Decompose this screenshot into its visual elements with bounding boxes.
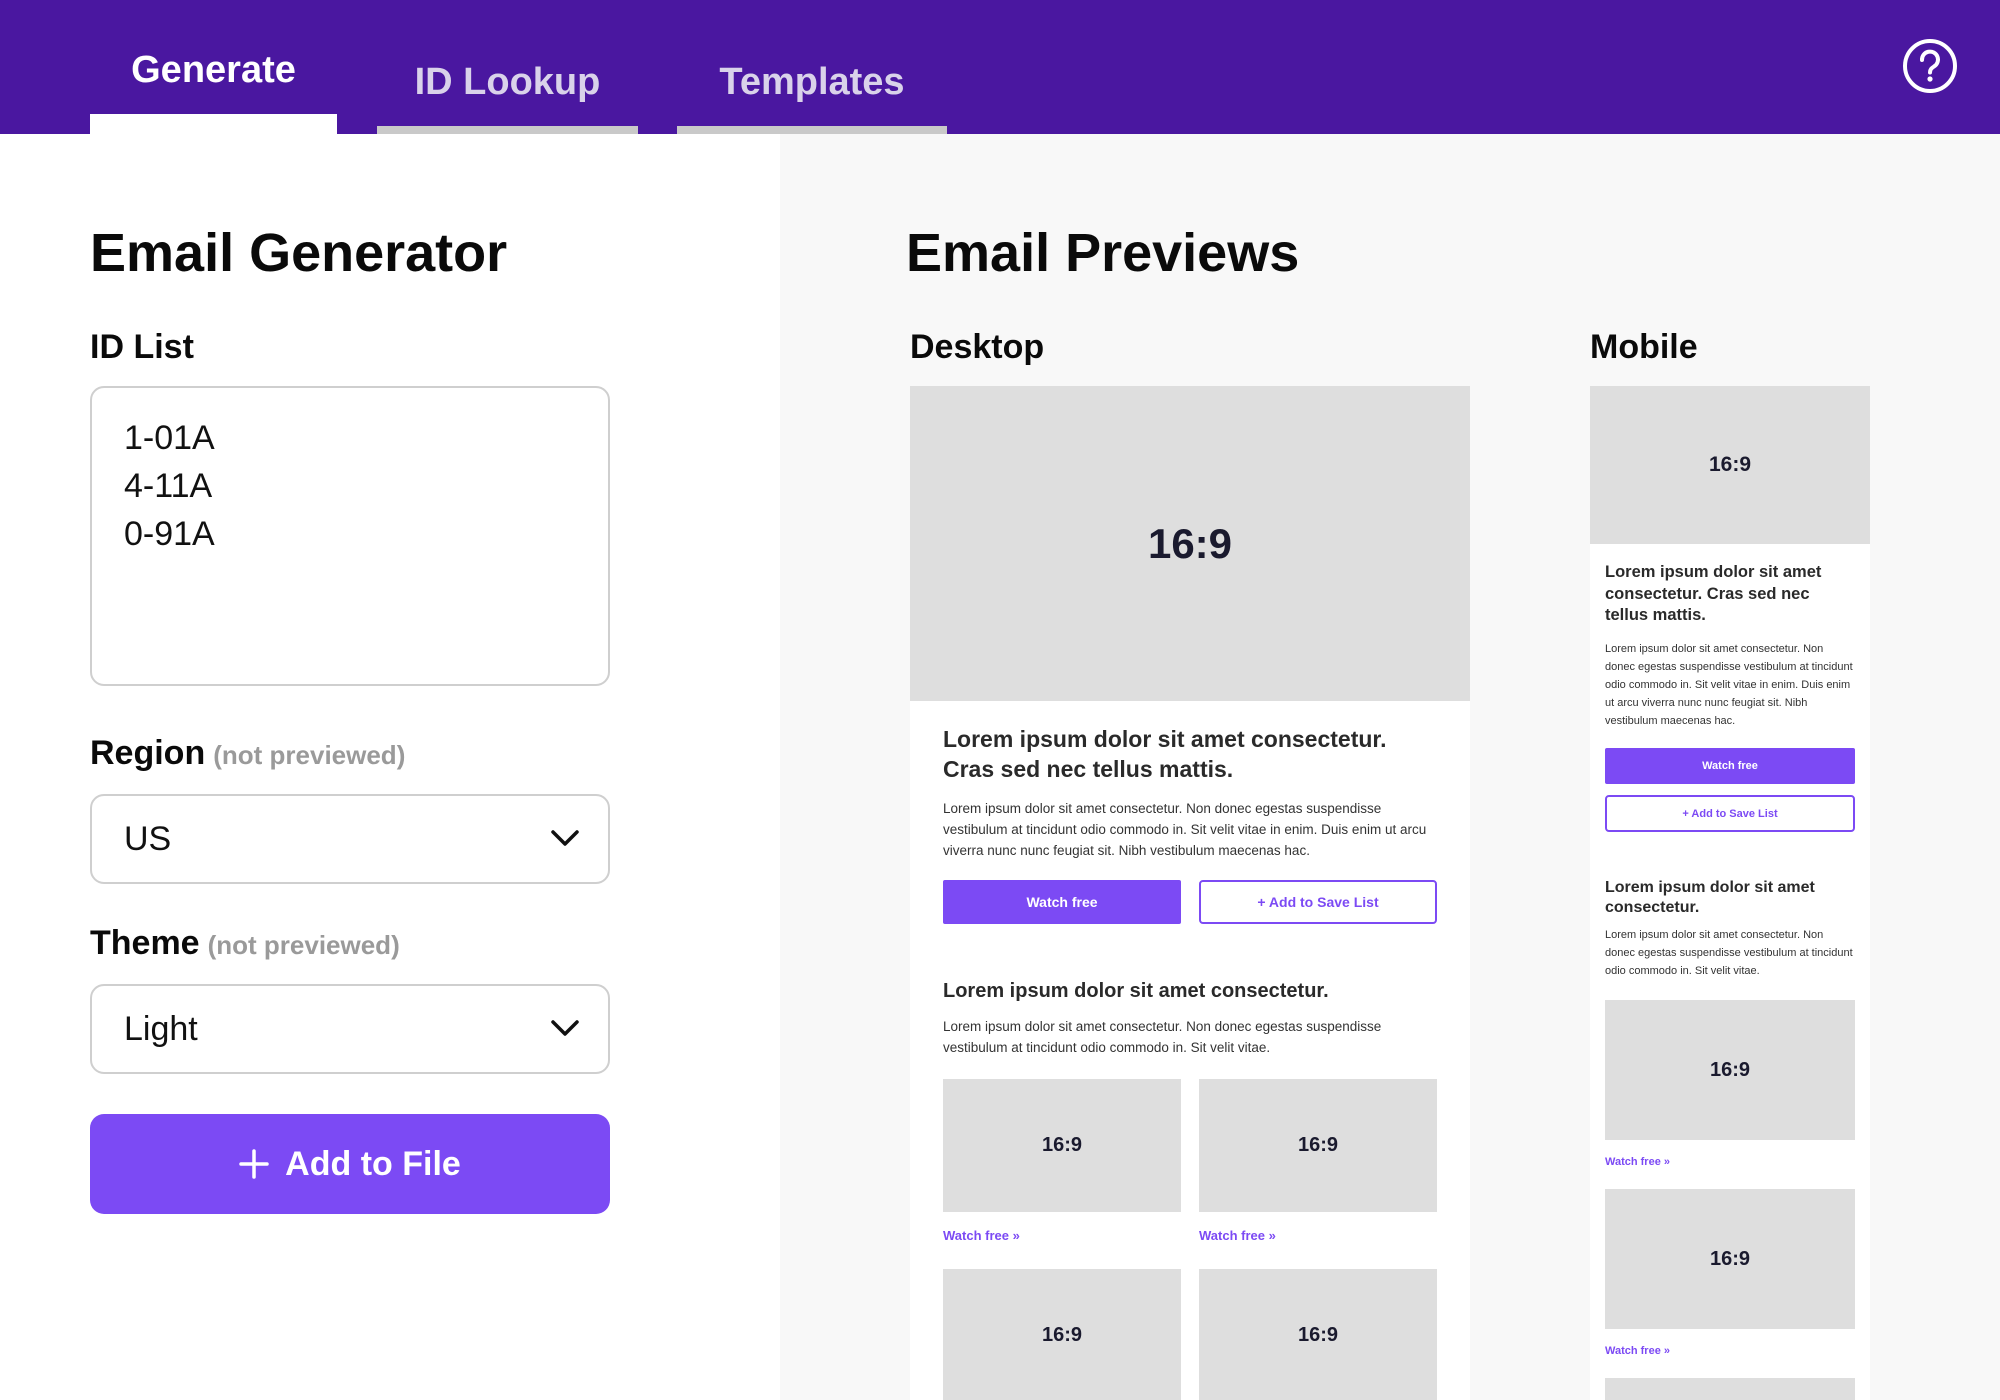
aspect-ratio-label: 16:9 [1297, 1324, 1339, 1346]
hero-image-placeholder: 16:9 [1590, 386, 1870, 544]
id-list-line: 4-11A [124, 467, 213, 505]
tab-active-indicator [90, 114, 337, 134]
tab-generate[interactable]: Generate [90, 0, 337, 134]
tile-image-placeholder: 16:9 [1605, 1000, 1855, 1140]
id-list-label: ID List [90, 328, 194, 366]
aspect-ratio-label: 16:9 [1147, 519, 1233, 567]
chevron-down-icon [551, 830, 579, 846]
hero-body: Lorem ipsum dolor sit amet consectetur. … [943, 801, 1427, 858]
add-to-file-button[interactable]: Add to File [90, 1114, 610, 1214]
add-to-save-list-button[interactable]: + Add to Save List [1605, 795, 1855, 832]
desktop-email-preview: 16:9 Lorem ipsum dolor sit amet consecte… [910, 386, 1470, 1400]
tile-image-placeholder: 16:9 [943, 1269, 1181, 1400]
section-heading: Lorem ipsum dolor sit amet consectetur. [943, 980, 1329, 1002]
aspect-ratio-label: 16:9 [1041, 1134, 1083, 1156]
theme-label-text: Theme [90, 924, 200, 962]
generator-title: Email Generator [90, 223, 508, 283]
watch-free-link[interactable]: Watch free » [1605, 1156, 1670, 1168]
hero-body: Lorem ipsum dolor sit amet consectetur. … [1605, 643, 1853, 727]
add-to-file-label: Add to File [285, 1144, 461, 1183]
tile-image-placeholder: 16:9 [1605, 1189, 1855, 1329]
theme-value: Light [124, 1009, 198, 1048]
watch-free-button[interactable]: Watch free [943, 880, 1181, 924]
previews-title: Email Previews [906, 223, 1300, 283]
aspect-ratio-label: 16:9 [1041, 1324, 1083, 1346]
aspect-ratio-label: 16:9 [1709, 1247, 1751, 1270]
hero-heading: Lorem ipsum dolor sit amet consectetur. … [1605, 563, 1822, 624]
tile-image-placeholder [1605, 1378, 1855, 1400]
hero-image-placeholder: 16:9 [910, 386, 1470, 701]
hero-heading: Lorem ipsum dolor sit amet consectetur. … [943, 726, 1387, 782]
watch-free-link[interactable]: Watch free » [943, 1228, 1020, 1243]
theme-select[interactable]: Light [90, 984, 610, 1074]
tile-image-placeholder: 16:9 [1199, 1269, 1437, 1400]
theme-note: (not previewed) [207, 930, 400, 960]
mobile-label: Mobile [1590, 328, 1698, 366]
id-list-line: 1-01A [124, 419, 215, 457]
add-to-save-list-button[interactable]: + Add to Save List [1199, 880, 1437, 924]
tab-label: Generate [131, 49, 296, 91]
aspect-ratio-label: 16:9 [1708, 453, 1752, 476]
plus-icon [239, 1149, 269, 1179]
tab-indicator [677, 126, 947, 134]
id-list-line: 0-91A [124, 515, 215, 553]
section-body: Lorem ipsum dolor sit amet consectetur. … [1605, 929, 1853, 977]
section-heading: Lorem ipsum dolor sit amet consectetur. [1605, 879, 1815, 916]
tab-id-lookup[interactable]: ID Lookup [377, 0, 638, 134]
top-nav-bar: Generate ID Lookup Templates [0, 0, 2000, 134]
tab-templates[interactable]: Templates [677, 0, 947, 134]
region-label-text: Region [90, 734, 206, 772]
tab-label: Templates [719, 61, 905, 103]
tab-label: ID Lookup [414, 61, 601, 103]
region-note: (not previewed) [213, 740, 406, 770]
mobile-email-preview: 16:9 Lorem ipsum dolor sit amet consecte… [1590, 386, 1870, 1400]
tile-image-placeholder: 16:9 [943, 1079, 1181, 1212]
id-list-textarea[interactable]: 1-01A 4-11A 0-91A [90, 386, 610, 686]
tile-image-placeholder: 16:9 [1199, 1079, 1437, 1212]
watch-free-button[interactable]: Watch free [1605, 748, 1855, 784]
help-circle-icon[interactable] [1902, 38, 1958, 94]
aspect-ratio-label: 16:9 [1709, 1058, 1751, 1081]
region-value: US [124, 819, 172, 858]
watch-free-link[interactable]: Watch free » [1199, 1228, 1276, 1243]
chevron-down-icon [551, 1020, 579, 1036]
theme-label: Theme (not previewed) [90, 924, 400, 963]
desktop-label: Desktop [910, 328, 1045, 366]
watch-free-link[interactable]: Watch free » [1605, 1345, 1670, 1357]
region-select[interactable]: US [90, 794, 610, 884]
tab-indicator [377, 126, 638, 134]
region-label: Region (not previewed) [90, 734, 405, 773]
section-body: Lorem ipsum dolor sit amet consectetur. … [943, 1019, 1382, 1055]
aspect-ratio-label: 16:9 [1297, 1134, 1339, 1156]
